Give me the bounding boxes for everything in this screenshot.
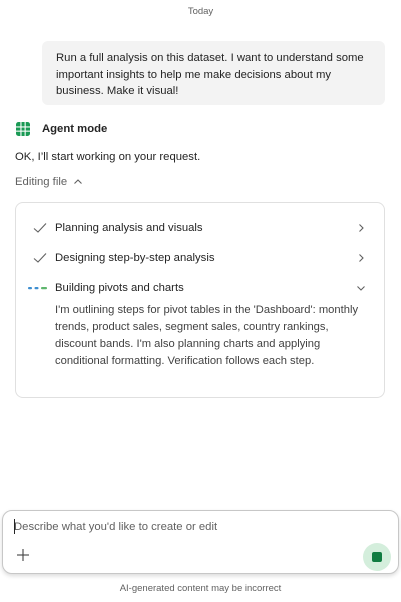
- agent-status-text: OK, I’ll start working on your request.: [15, 151, 201, 163]
- add-button[interactable]: [13, 545, 33, 565]
- agent-mode-title: Agent mode: [42, 123, 108, 135]
- progress-card: Planning analysis and visuals Designing …: [15, 202, 385, 398]
- step-label: Planning analysis and visuals: [55, 222, 203, 234]
- step-detail-text: I'm outlining steps for pivot tables in …: [55, 304, 359, 367]
- chevron-up-icon: [74, 179, 83, 184]
- checkmark-icon: [33, 253, 47, 263]
- text-cursor: [14, 519, 15, 534]
- editing-file-toggle[interactable]: Editing file: [15, 176, 83, 188]
- progress-step-planning[interactable]: Planning analysis and visuals: [16, 218, 384, 238]
- chevron-right-icon: [359, 254, 364, 262]
- composer: [2, 510, 399, 574]
- grid-icon: [16, 122, 30, 136]
- step-label: Building pivots and charts: [55, 282, 184, 294]
- disclaimer-text: AI-generated content may be incorrect: [119, 583, 282, 594]
- stop-icon: [372, 552, 382, 562]
- editing-file-label: Editing file: [15, 176, 68, 188]
- progress-step-designing[interactable]: Designing step-by-step analysis: [16, 248, 384, 268]
- checkmark-icon: [33, 223, 47, 233]
- date-separator: Today: [187, 6, 214, 17]
- chevron-right-icon: [359, 224, 364, 232]
- step-label: Designing step-by-step analysis: [55, 252, 215, 264]
- progress-dots-icon: [28, 287, 47, 290]
- chevron-down-icon: [357, 286, 365, 291]
- agent-header: Agent mode: [16, 122, 107, 136]
- progress-step-building[interactable]: Building pivots and charts: [16, 278, 384, 298]
- user-message: Run a full analysis on this dataset. I w…: [42, 41, 385, 105]
- stop-button[interactable]: [363, 543, 391, 571]
- plus-icon: [17, 549, 29, 561]
- prompt-input[interactable]: [14, 518, 384, 536]
